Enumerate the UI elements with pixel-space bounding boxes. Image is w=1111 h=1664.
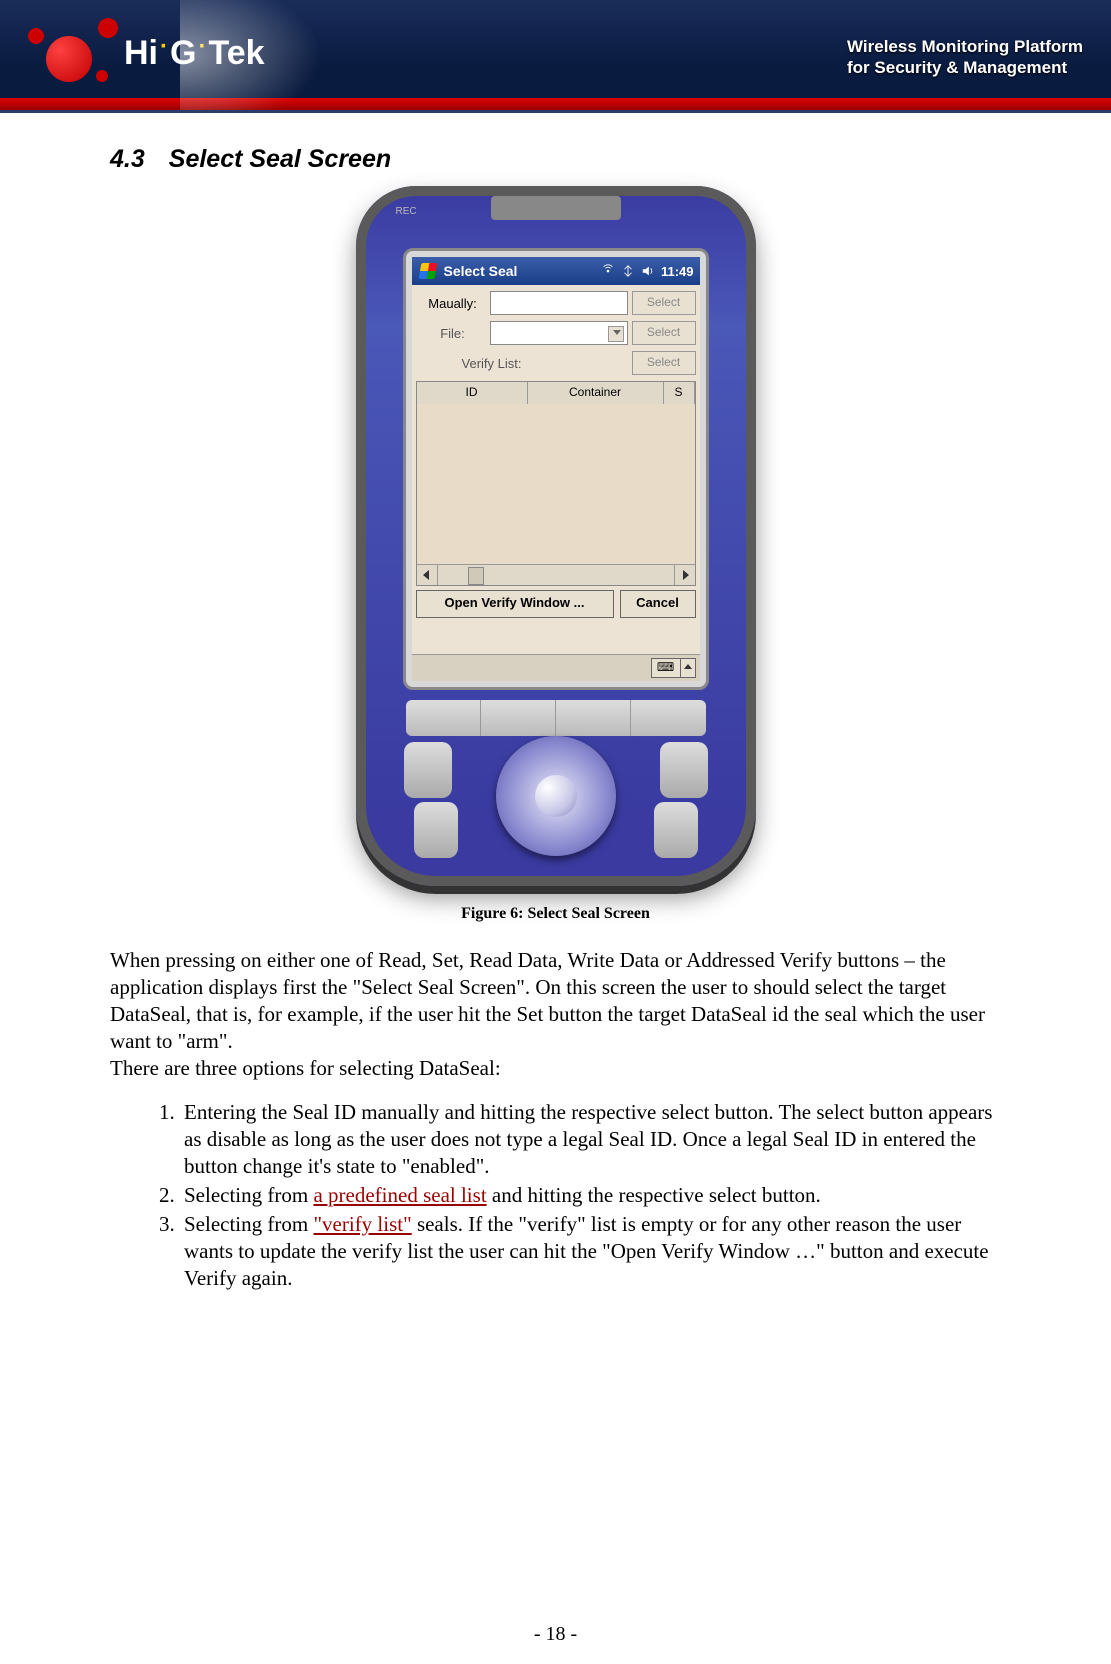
item3-pre: Selecting from (184, 1212, 313, 1236)
tagline: Wireless Monitoring Platform for Securit… (847, 36, 1083, 79)
pda-device: REC Select Seal 11:49 (356, 186, 756, 886)
logo-text: Hi·G·Tek (124, 34, 265, 73)
hw-button-top-left[interactable] (404, 742, 452, 798)
options-list: Entering the Seal ID manually and hittin… (110, 1099, 1001, 1291)
clock: 11:49 (661, 264, 694, 279)
pda-speaker (491, 196, 621, 220)
softkey-2[interactable] (481, 700, 556, 736)
figure-wrap: REC Select Seal 11:49 (110, 186, 1001, 923)
hw-button-bottom-right[interactable] (654, 802, 698, 858)
scroll-track[interactable] (438, 565, 674, 585)
section-title-text: Select Seal Screen (169, 145, 391, 173)
logo: Hi·G·Tek (28, 18, 265, 88)
scroll-right-button[interactable] (674, 565, 695, 585)
figure-caption: Figure 6: Select Seal Screen (110, 905, 1001, 923)
pda-body: REC Select Seal 11:49 (356, 186, 756, 886)
content: 4.3 Select Seal Screen REC Select Seal (0, 113, 1111, 1292)
signal-icon (601, 264, 615, 278)
logo-icon (28, 18, 118, 88)
input-manually[interactable] (490, 291, 628, 315)
status-icons: 11:49 (601, 264, 694, 279)
keyboard-menu-button[interactable] (681, 658, 696, 678)
screen-frame: Select Seal 11:49 Maually: (403, 248, 709, 690)
list-item: Selecting from a predefined seal list an… (180, 1182, 1001, 1209)
label-file: File: (416, 326, 490, 341)
row-manually: Maually: Select (416, 291, 696, 315)
table-header: ID Container S (417, 382, 695, 404)
h-scrollbar[interactable] (417, 564, 695, 585)
intro-paragraph: When pressing on either one of Read, Set… (110, 947, 1001, 1081)
connectivity-icon (621, 264, 635, 278)
th-container[interactable]: Container (528, 382, 664, 404)
dpad-center-button[interactable] (535, 775, 577, 817)
cancel-button[interactable]: Cancel (620, 590, 696, 618)
list-item: Selecting from "verify list" seals. If t… (180, 1211, 1001, 1292)
select-file-button[interactable]: Select (632, 321, 696, 345)
dropdown-file[interactable] (490, 321, 628, 345)
scroll-left-button[interactable] (417, 565, 438, 585)
logo-tek: Tek (208, 34, 264, 72)
select-manually-button[interactable]: Select (632, 291, 696, 315)
item2-post: and hitting the respective select button… (487, 1183, 821, 1207)
document-page: { "banner": { "logo_text_parts": ["Hi", … (0, 0, 1111, 1664)
form-area: Maually: Select File: Select Verify List… (412, 285, 700, 654)
softkey-1[interactable] (406, 700, 481, 736)
screen: Select Seal 11:49 Maually: (412, 257, 700, 681)
softkey-4[interactable] (631, 700, 705, 736)
softkey-bar (406, 700, 706, 736)
verify-list-link[interactable]: "verify list" (313, 1212, 411, 1236)
label-manually: Maually: (416, 296, 490, 311)
banner-inner: Hi·G·Tek Wireless Monitoring Platform fo… (0, 0, 1111, 110)
windows-icon[interactable] (418, 261, 438, 281)
section-heading: 4.3 Select Seal Screen (110, 145, 1001, 174)
row-verify: Verify List: Select (416, 351, 696, 375)
logo-hi: Hi (124, 34, 158, 72)
label-verify: Verify List: (416, 356, 568, 371)
item1-text: Entering the Seal ID manually and hittin… (184, 1100, 992, 1178)
scroll-thumb[interactable] (468, 567, 484, 585)
row-file: File: Select (416, 321, 696, 345)
select-verify-button[interactable]: Select (632, 351, 696, 375)
open-verify-button[interactable]: Open Verify Window ... (416, 590, 614, 618)
keyboard-icon[interactable] (651, 658, 681, 678)
hw-button-top-right[interactable] (660, 742, 708, 798)
seal-table: ID Container S (416, 381, 696, 586)
page-number: - 18 - (0, 1623, 1111, 1646)
predefined-seal-list-link[interactable]: a predefined seal list (313, 1183, 486, 1207)
logo-g: G (170, 34, 196, 72)
tagline-line1: Wireless Monitoring Platform (847, 36, 1083, 57)
rec-label: REC (396, 206, 417, 217)
screen-title: Select Seal (444, 263, 518, 279)
item2-pre: Selecting from (184, 1183, 313, 1207)
taskbar (412, 654, 700, 681)
softkey-3[interactable] (556, 700, 631, 736)
section-number: 4.3 (110, 145, 145, 173)
tagline-line2: for Security & Management (847, 57, 1083, 78)
volume-icon (641, 264, 655, 278)
hw-button-bottom-left[interactable] (414, 802, 458, 858)
dpad[interactable] (496, 736, 616, 856)
th-id[interactable]: ID (417, 382, 528, 404)
titlebar: Select Seal 11:49 (412, 257, 700, 285)
bottom-buttons: Open Verify Window ... Cancel (416, 590, 696, 618)
table-body (417, 404, 695, 564)
list-item: Entering the Seal ID manually and hittin… (180, 1099, 1001, 1180)
banner-red-stripe (0, 98, 1111, 110)
chevron-down-icon (613, 330, 621, 335)
header-banner: Hi·G·Tek Wireless Monitoring Platform fo… (0, 0, 1111, 113)
th-s[interactable]: S (664, 382, 695, 404)
